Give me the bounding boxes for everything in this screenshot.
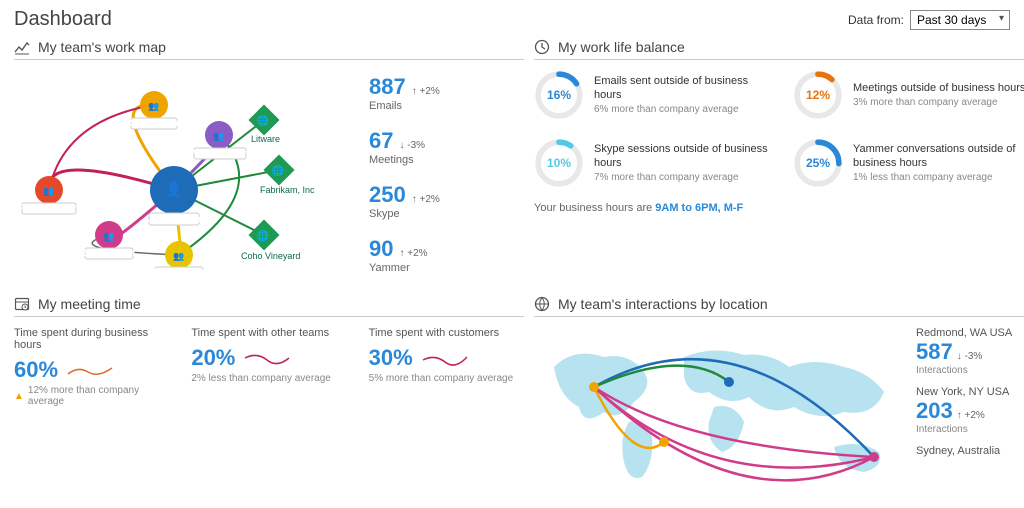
world-map (534, 327, 904, 487)
sparkline-icon (421, 348, 469, 368)
donut-emails: 16% Emails sent outside of business hour… (534, 70, 775, 120)
loc-redmond: Redmond, WA USA 587↓ -3% Interactions (916, 327, 1024, 376)
svg-text:👤: 👤 (165, 181, 182, 198)
meeting-business-hours: Time spent during business hours 60% ▲12… (14, 327, 169, 407)
meeting-other-teams: Time spent with other teams 20% 2% less … (191, 327, 346, 407)
work-map-stats: 887↑ +2%Emails 67↓ -3%Meetings 250↑ +2%S… (369, 70, 524, 274)
business-hours-note: Your business hours are 9AM to 6PM, M-F (534, 202, 1024, 214)
svg-text:Mario's Team: Mario's Team (192, 148, 249, 158)
donut-skype: 10% Skype sessions outside of business h… (534, 138, 775, 188)
svg-text:Gopi's Team: Gopi's Team (153, 267, 206, 270)
clock-icon (534, 39, 550, 55)
section-title: My meeting time (38, 296, 141, 312)
svg-text:🌐: 🌐 (257, 114, 269, 127)
svg-text:👥: 👥 (103, 231, 114, 241)
stat-skype: 250↑ +2%Skype (369, 182, 524, 220)
sparkline-icon (66, 360, 114, 380)
panel-interactions-location: My team's interactions by location (534, 296, 1024, 487)
svg-text:👥: 👥 (213, 131, 224, 141)
section-title: My team's work map (38, 39, 166, 55)
sparkline-icon (243, 348, 291, 368)
svg-text:Sara's Team: Sara's Team (83, 248, 135, 258)
svg-text:Litware: Litware (251, 134, 280, 144)
panel-meeting-time: My meeting time Time spent during busine… (14, 296, 524, 487)
loc-newyork: New York, NY USA 203↑ +2% Interactions (916, 386, 1024, 435)
svg-text:👥: 👥 (148, 101, 159, 111)
date-range-select[interactable]: Past 30 days (910, 10, 1010, 30)
chart-up-icon (14, 39, 30, 55)
svg-text:🌐: 🌐 (257, 229, 269, 242)
panel-work-life-balance: My work life balance 16% Emails sent out… (534, 39, 1024, 274)
svg-text:Coho Vineyard: Coho Vineyard (241, 251, 300, 261)
location-stats: Redmond, WA USA 587↓ -3% Interactions Ne… (916, 327, 1024, 487)
meeting-customers: Time spent with customers 30% 5% more th… (369, 327, 524, 407)
page-title: Dashboard (14, 8, 112, 31)
stat-emails: 887↑ +2%Emails (369, 74, 524, 112)
svg-text:Product Team: Product Team (19, 203, 78, 213)
loc-sydney: Sydney, Australia (916, 445, 1024, 457)
section-title: My work life balance (558, 39, 685, 55)
data-from-label: Data from: (848, 13, 904, 27)
svg-text:Julia's Team: Julia's Team (148, 214, 201, 224)
work-map-graph: 🌐 Litware 🌐 Fabrikam, Inc 🌐 Coho Vineyar… (14, 70, 349, 270)
svg-text:Sales Team: Sales Team (130, 118, 179, 128)
svg-text:🌐: 🌐 (272, 164, 284, 177)
donut-yammer: 25% Yammer conversations outside of busi… (793, 138, 1024, 188)
panel-work-map: My team's work map 🌐 Litware 🌐 F (14, 39, 524, 274)
section-title: My team's interactions by location (558, 296, 768, 312)
svg-text:Fabrikam, Inc: Fabrikam, Inc (260, 185, 315, 195)
globe-icon (534, 296, 550, 312)
stat-meetings: 67↓ -3%Meetings (369, 128, 524, 166)
svg-text:👥: 👥 (43, 186, 54, 196)
calendar-clock-icon (14, 296, 30, 312)
svg-text:👥: 👥 (173, 251, 184, 261)
donut-meetings: 12% Meetings outside of business hours3%… (793, 70, 1024, 120)
stat-yammer: 90↑ +2%Yammer (369, 236, 524, 274)
warning-icon: ▲ (14, 391, 24, 402)
date-range-filter: Data from: Past 30 days (848, 10, 1010, 30)
